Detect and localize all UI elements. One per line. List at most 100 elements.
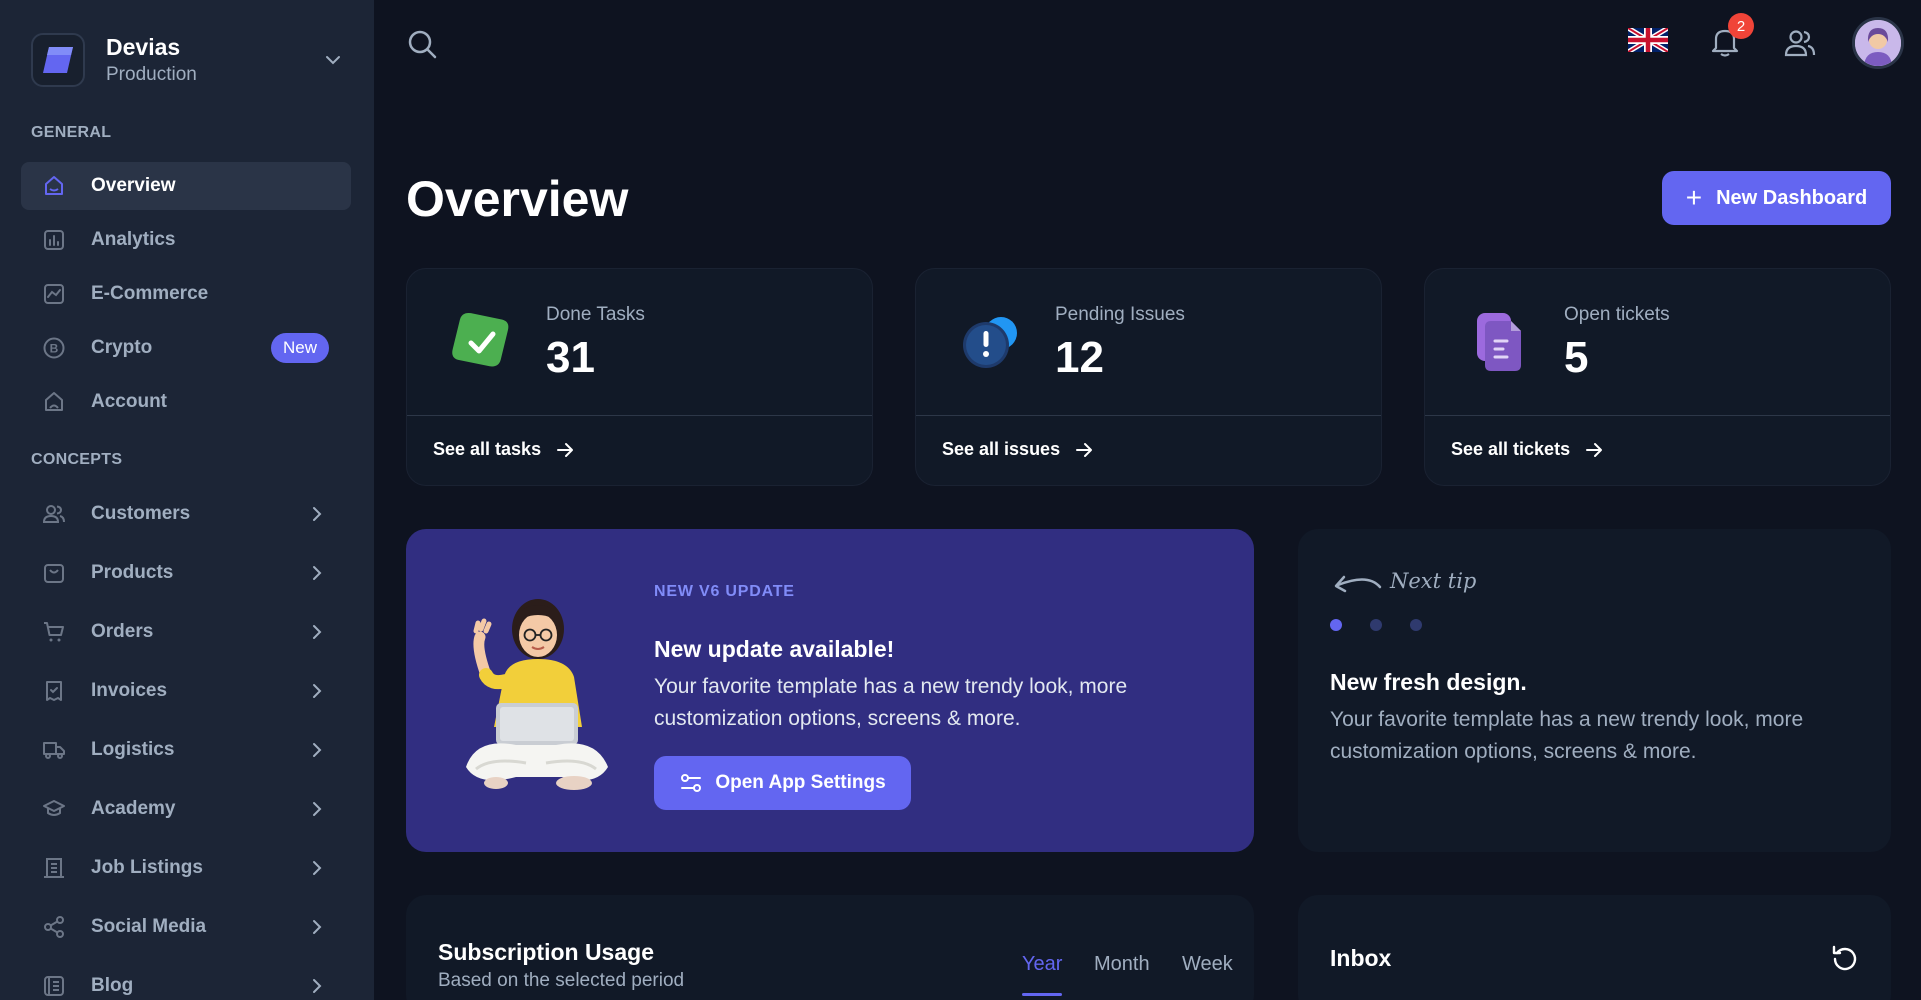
search-icon[interactable] [406,28,438,60]
refresh-icon[interactable] [1830,943,1860,973]
sidebar-item-account[interactable]: Account [21,378,351,426]
sidebar-item-label: Overview [91,175,176,196]
workspace-env: Production [106,64,197,85]
contacts-icon[interactable] [1784,28,1816,58]
sidebar-item-label: Job Listings [91,857,203,878]
carousel-dot[interactable] [1370,619,1382,631]
user-avatar[interactable] [1852,17,1904,69]
arrow-right-icon [1076,442,1093,457]
settings-sliders-icon [681,774,702,792]
sidebar: Devias Production GENERAL Overview Analy… [0,0,374,1000]
next-tip-arrow-icon[interactable] [1328,569,1384,605]
chevron-right-icon [307,681,327,701]
page-title: Overview [406,171,629,227]
sidebar-item-crypto[interactable]: B Crypto New [21,324,351,372]
sidebar-item-label: Crypto [91,337,153,358]
promo-overline: NEW V6 UPDATE [654,583,795,600]
cart-icon [41,619,67,645]
carousel-dot-active[interactable] [1330,619,1342,631]
stat-card-done-tasks: Done Tasks 31 See all tasks [406,268,873,486]
sidebar-item-ecommerce[interactable]: E-Commerce [21,270,351,318]
sidebar-item-label: Products [91,562,174,583]
account-icon [41,389,67,415]
tab-indicator [1022,993,1062,996]
person-with-laptop-illustration [446,577,626,817]
sidebar-item-label: Analytics [91,229,176,250]
see-all-issues-link[interactable]: See all issues [942,439,1094,460]
stat-label: Open tickets [1564,304,1670,325]
share-icon [41,914,67,940]
sidebar-item-label: Social Media [91,916,207,937]
update-promo-card: NEW V6 UPDATE New update available! Your… [406,529,1254,852]
stat-link-label: See all tickets [1451,439,1571,459]
inbox-title: Inbox [1330,945,1392,971]
shopping-bag-icon [41,560,67,586]
arrow-right-icon [557,442,574,457]
svg-text:B: B [50,342,59,356]
pending-issues-icon [956,307,1026,377]
new-dashboard-button[interactable]: + New Dashboard [1662,171,1891,225]
plus-icon: + [1685,182,1703,213]
sidebar-item-academy[interactable]: Academy [21,785,351,833]
see-all-tickets-link[interactable]: See all tickets [1451,439,1604,460]
stat-label: Pending Issues [1055,304,1185,325]
building-icon [41,855,67,881]
sidebar-item-label: Academy [91,798,176,819]
home-icon [41,173,67,199]
chevron-down-icon[interactable] [322,49,344,71]
bar-chart-icon [41,227,67,253]
workspace-logo-icon [31,33,85,87]
sidebar-item-orders[interactable]: Orders [21,608,351,656]
sidebar-item-label: Logistics [91,739,175,760]
tab-month[interactable]: Month [1094,953,1150,976]
open-app-settings-button[interactable]: Open App Settings [654,756,911,810]
sidebar-item-products[interactable]: Products [21,549,351,597]
stat-link-label: See all tasks [433,439,542,459]
tip-description: Your favorite template has a new trendy … [1330,708,1804,763]
promo-title: New update available! [654,636,895,662]
sidebar-item-label: Invoices [91,680,168,701]
next-tip-label[interactable]: Next tip [1390,569,1476,593]
tab-week[interactable]: Week [1182,953,1233,976]
workspace-switcher[interactable]: Devias Production [31,32,344,88]
subscription-usage-card: Subscription Usage Based on the selected… [406,895,1254,1000]
promo-description: Your favorite template has a new trendy … [654,675,1128,730]
sidebar-item-label: Orders [91,621,154,642]
sidebar-item-social-media[interactable]: Social Media [21,903,351,951]
subscription-title: Subscription Usage [438,939,654,965]
stat-value: 12 [1055,333,1104,382]
inbox-card: Inbox [1298,895,1891,1000]
see-all-tasks-link[interactable]: See all tasks [433,439,575,460]
sidebar-item-logistics[interactable]: Logistics [21,726,351,774]
chevron-right-icon [307,976,327,996]
done-tasks-icon [447,307,517,377]
sidebar-item-customers[interactable]: Customers [21,490,351,538]
tip-card: Next tip New fresh design. Your favorite… [1298,529,1891,852]
sidebar-item-blog[interactable]: Blog [21,962,351,1000]
sidebar-item-invoices[interactable]: Invoices [21,667,351,715]
tab-year[interactable]: Year [1022,953,1062,976]
sidebar-item-analytics[interactable]: Analytics [21,216,351,264]
stat-value: 31 [546,333,595,382]
sidebar-item-overview[interactable]: Overview [21,162,351,210]
stat-link-label: See all issues [942,439,1061,459]
carousel-dot[interactable] [1410,619,1422,631]
chevron-right-icon [307,504,327,524]
blog-icon [41,973,67,999]
sidebar-item-job-listings[interactable]: Job Listings [21,844,351,892]
sidebar-item-label: Blog [91,975,134,996]
uk-flag-icon[interactable] [1626,25,1670,55]
bitcoin-icon: B [41,335,67,361]
open-app-settings-label: Open App Settings [715,772,886,793]
notification-badge: 2 [1728,13,1754,39]
chevron-right-icon [307,799,327,819]
section-title-general: GENERAL [31,124,112,141]
chevron-right-icon [307,622,327,642]
open-tickets-icon [1465,307,1535,377]
stat-value: 5 [1564,333,1589,382]
workspace-name: Devias [106,34,181,60]
chevron-right-icon [307,563,327,583]
new-dashboard-label: New Dashboard [1716,186,1868,209]
sidebar-item-label: Account [91,391,167,412]
sidebar-item-label: E-Commerce [91,283,209,304]
